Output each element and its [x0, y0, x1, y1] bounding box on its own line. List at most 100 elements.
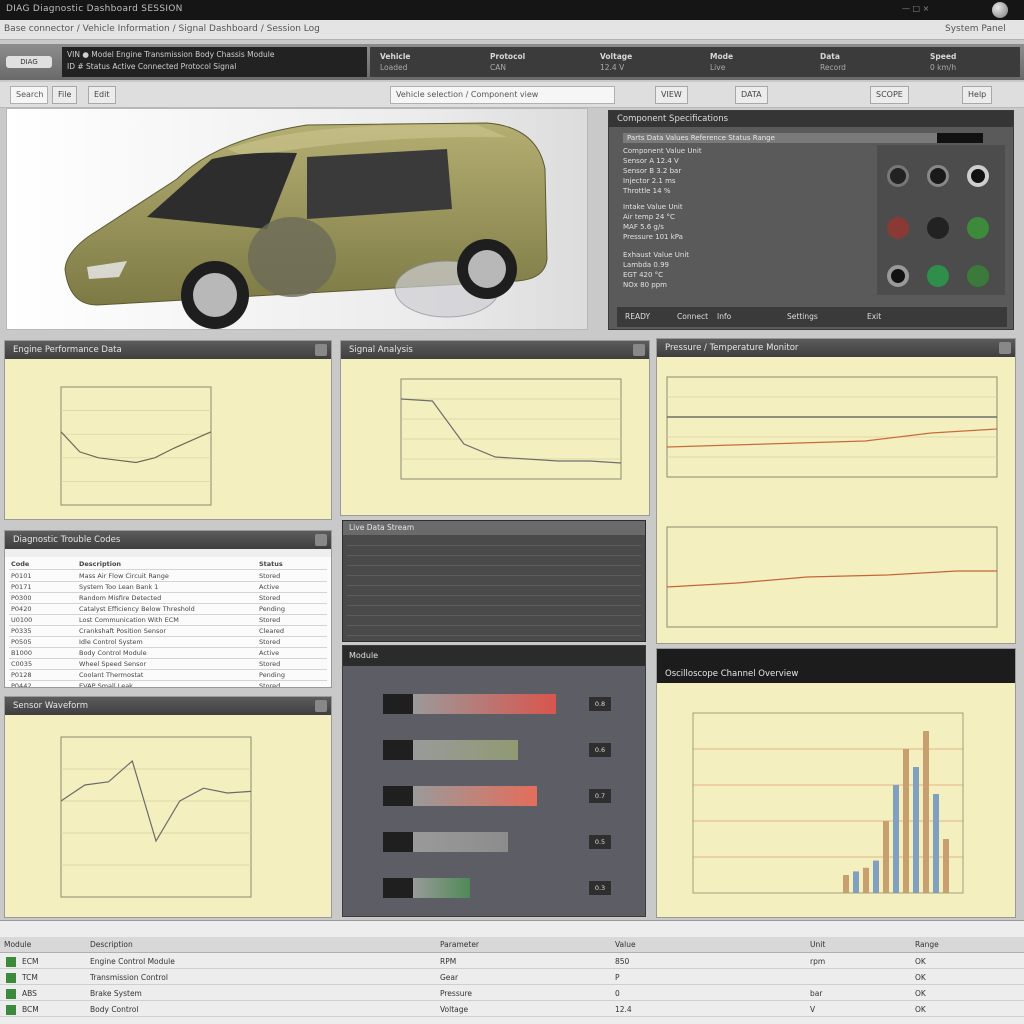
table-row[interactable]: P0335 Crankshaft Position Sensor Cleared [9, 626, 327, 637]
panel-title: Engine Performance Data [13, 345, 122, 355]
part-thumb-icon[interactable] [927, 265, 949, 287]
status-ok-icon [6, 989, 16, 999]
menu-system-panel[interactable]: System Panel [945, 24, 1006, 34]
status-cell: P [615, 973, 620, 982]
spec-row: Component Value Unit [623, 147, 702, 155]
module-bar-row[interactable]: 0.5 [383, 832, 611, 852]
part-thumb-icon[interactable] [887, 265, 909, 287]
panel-menu-icon[interactable] [315, 344, 327, 356]
table-cell: Cleared [259, 627, 284, 635]
table-cell: Idle Control System [79, 638, 143, 646]
bar-value: 0.3 [589, 881, 611, 895]
data-button[interactable]: DATA [735, 86, 768, 104]
part-thumb-icon[interactable] [967, 265, 989, 287]
column-header[interactable]: Module [4, 937, 31, 953]
bar-fill [413, 786, 537, 806]
table-cell: Body Control Module [79, 649, 147, 657]
settings-button[interactable]: Settings [787, 307, 818, 327]
spec-row: Sensor B 3.2 bar [623, 167, 682, 175]
spec-row: Lambda 0.99 [623, 261, 669, 269]
vehicle-3d-view[interactable] [6, 108, 588, 330]
status-cell: OK [915, 957, 926, 966]
series-line [400, 398, 622, 464]
column-header[interactable]: Value [615, 937, 636, 953]
column-header[interactable]: Code [11, 559, 29, 569]
header-item: Speed 0 km/h [930, 52, 957, 72]
table-cell: Stored [259, 638, 281, 646]
scope-button[interactable]: SCOPE [870, 86, 909, 104]
column-header[interactable]: Range [915, 937, 939, 953]
table-row[interactable]: B1000 Body Control Module Active [9, 648, 327, 659]
table-row[interactable]: U0100 Lost Communication With ECM Stored [9, 615, 327, 626]
module-bar-row[interactable]: 0.7 [383, 786, 611, 806]
grid-line [347, 605, 641, 606]
live-data-grid: Live Data Stream [342, 520, 646, 642]
table-row[interactable]: P0442 EVAP Small Leak Stored [9, 681, 327, 688]
status-row[interactable]: ABS Brake System Pressure 0 bar OK [0, 987, 1024, 1001]
table-row[interactable]: P0300 Random Misfire Detected Stored [9, 593, 327, 604]
panel-menu-icon[interactable] [633, 344, 645, 356]
status-row[interactable]: ECM Engine Control Module RPM 850 rpm OK [0, 955, 1024, 969]
part-thumb-icon[interactable] [967, 217, 989, 239]
window-title: DIAG Diagnostic Dashboard SESSION [6, 4, 183, 14]
module-bar-row[interactable]: 0.6 [383, 740, 611, 760]
part-thumb-icon[interactable] [887, 217, 909, 239]
window-controls[interactable]: — □ × [902, 4, 929, 13]
close-icon[interactable] [992, 2, 1008, 18]
table-row[interactable]: C0035 Wheel Speed Sensor Stored [9, 659, 327, 670]
chart-area [341, 359, 649, 515]
table-row[interactable]: P0171 System Too Lean Bank 1 Active [9, 582, 327, 593]
connect-button[interactable]: Connect [677, 307, 708, 327]
bar-mark [933, 794, 939, 893]
grid-line [347, 565, 641, 566]
module-bar-row[interactable]: 0.8 [383, 694, 611, 714]
bar-mark [913, 767, 919, 893]
exit-button[interactable]: Exit [867, 307, 881, 327]
part-thumb-icon[interactable] [927, 217, 949, 239]
details-tabline[interactable]: Parts Data Values Reference Status Range [623, 133, 983, 143]
status-row[interactable]: BCM Body Control Voltage 12.4 V OK [0, 1003, 1024, 1017]
bar-value: 0.7 [589, 789, 611, 803]
edit-button[interactable]: Edit [88, 86, 116, 104]
part-thumb-icon[interactable] [967, 165, 989, 187]
status-cell: Voltage [440, 1005, 469, 1014]
spec-row: Air temp 24 °C [623, 213, 675, 221]
chart-svg [692, 712, 964, 894]
search-input[interactable]: Search [10, 86, 48, 104]
status-ok-icon [6, 973, 16, 983]
column-header[interactable]: Parameter [440, 937, 479, 953]
help-button[interactable]: Help [962, 86, 993, 104]
chart-svg [60, 736, 252, 898]
component-details-panel: Component Specifications Parts Data Valu… [608, 110, 1014, 330]
chart-svg [60, 386, 212, 506]
table-header-row: Code Description Status [9, 559, 327, 570]
status-cell: BCM [22, 1005, 39, 1014]
part-thumb-icon[interactable] [927, 165, 949, 187]
menu-items[interactable]: Base connector / Vehicle Information / S… [4, 24, 320, 34]
panel-menu-icon[interactable] [999, 342, 1011, 354]
column-header[interactable]: Status [259, 559, 283, 569]
view-button[interactable]: VIEW [655, 86, 688, 104]
part-thumb-icon[interactable] [887, 165, 909, 187]
file-button[interactable]: File [52, 86, 78, 104]
info-button[interactable]: Info [717, 307, 731, 327]
table-row[interactable]: P0128 Coolant Thermostat Pending [9, 670, 327, 681]
module-bar-row[interactable]: 0.3 [383, 878, 611, 898]
status-row[interactable]: TCM Transmission Control Gear P OK [0, 971, 1024, 985]
column-header[interactable]: Description [79, 559, 121, 569]
table-cell: Active [259, 649, 280, 657]
table-row[interactable]: P0420 Catalyst Efficiency Below Threshold… [9, 604, 327, 615]
panel-menu-icon[interactable] [315, 534, 327, 546]
table-cell: B1000 [11, 649, 33, 657]
grid-line [347, 585, 641, 586]
grid-line [347, 615, 641, 616]
column-header[interactable]: Description [90, 937, 133, 953]
panel-menu-icon[interactable] [315, 700, 327, 712]
info-line: VIN ● Model Engine Transmission Body Cha… [67, 50, 275, 59]
table-row[interactable]: P0505 Idle Control System Stored [9, 637, 327, 648]
header-status-strip: Vehicle Loaded Protocol CAN Voltage 12.4 V … [370, 47, 1020, 77]
table-row[interactable]: P0101 Mass Air Flow Circuit Range Stored [9, 571, 327, 582]
column-header[interactable]: Unit [810, 937, 825, 953]
table-cell: P0442 [11, 682, 32, 688]
vehicle-selection-field[interactable]: Vehicle selection / Component view [390, 86, 615, 104]
